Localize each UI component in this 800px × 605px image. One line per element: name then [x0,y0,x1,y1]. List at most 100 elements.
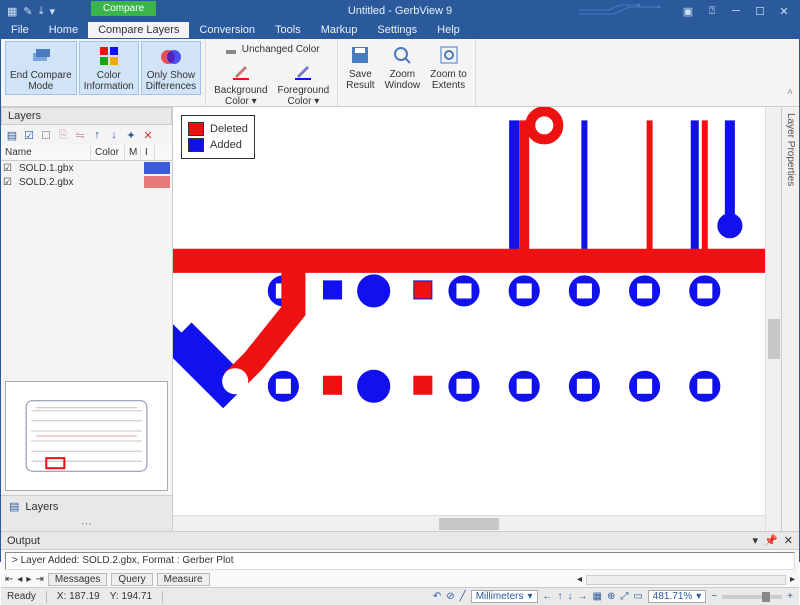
layers-panel-header: Layers [1,107,172,125]
zoom-window-button[interactable]: Zoom Window [381,41,425,93]
menu-file[interactable]: File [1,22,39,38]
zoom-value[interactable]: 481.71%▾ [648,590,707,603]
layer-tool-up-icon[interactable]: ↑ [90,128,104,142]
layer-tool-settings-icon[interactable]: ✦ [124,128,138,142]
gerber-canvas[interactable]: Deleted Added [173,107,765,515]
layers-icon [29,44,53,68]
layers-toolbar: ▤ ☑ ☐ ⎘ ⇋ ↑ ↓ ✦ ✕ [1,125,172,145]
layer-tool-copy-icon[interactable]: ⎘ [56,128,70,142]
layers-panel-footer[interactable]: ▤ Layers [1,495,172,517]
status-y-value: 194.71 [121,591,152,602]
overview-thumbnail[interactable] [5,381,168,491]
output-tab-messages[interactable]: Messages [48,573,108,586]
only-show-differences-button[interactable]: Only Show Differences [141,41,201,95]
output-tab-measure[interactable]: Measure [157,573,210,586]
menu-compare-layers[interactable]: Compare Layers [88,22,189,38]
foreground-color-button[interactable]: Foreground Color ▾ [274,57,334,109]
maximize-button[interactable]: ☐ [749,5,771,18]
output-next-icon[interactable]: ▸ [26,574,31,585]
layers-grid-header: Name Color M I [1,145,172,161]
compare-legend: Deleted Added [181,115,255,159]
canvas-scrollbar-horizontal[interactable] [173,515,765,531]
qat-open-icon[interactable]: ✎ [23,5,32,18]
output-title: Output [7,535,40,547]
output-message-line: > Layer Added: SOLD.2.gbx, Format : Gerb… [5,552,795,570]
tool-line-icon[interactable]: ╱ [460,591,466,602]
layer-row[interactable]: ☑ SOLD.2.gbx [1,175,172,189]
legend-swatch-added [188,138,204,152]
zoom-fit-icon[interactable]: ⤢ [620,591,628,602]
zoom-extents-icon [437,43,461,67]
zoom-in-icon[interactable]: + [787,591,793,602]
nav-down-icon[interactable]: ↓ [568,591,573,602]
layer-tool-down-icon[interactable]: ↓ [107,128,121,142]
quick-access-toolbar: ▦ ✎ ⤓ ▾ [1,5,55,18]
layers-panel: Layers ▤ ☑ ☐ ⎘ ⇋ ↑ ↓ ✦ ✕ Name Color M I … [1,107,173,531]
zoom-window-icon [390,43,414,67]
menu-markup[interactable]: Markup [311,22,368,38]
canvas-scrollbar-vertical[interactable] [765,107,781,531]
output-scrollbar[interactable] [586,575,786,585]
output-tab-query[interactable]: Query [111,573,152,586]
menu-home[interactable]: Home [39,22,88,38]
menu-help[interactable]: Help [427,22,470,38]
grid-icon[interactable]: ▦ [593,591,602,602]
chevron-down-icon: ▾ [696,591,701,602]
nav-up-icon[interactable]: ↑ [558,591,563,602]
output-dropdown-icon[interactable]: ▾ [753,534,759,547]
ribbon-collapse-icon[interactable]: ˄ [787,87,793,98]
nav-left-icon[interactable]: ← [543,591,553,602]
end-compare-mode-button[interactable]: End Compare Mode [5,41,77,95]
overview-viewport-rect[interactable] [46,458,64,468]
paintbrush-icon [224,42,238,56]
layer-tool-check-icon[interactable]: ☑ [22,128,36,142]
undo-icon[interactable]: ↶ [433,591,441,602]
zoom-out-icon[interactable]: − [711,591,717,602]
layer-color-chip[interactable] [144,176,170,188]
target-icon[interactable]: ⊕ [607,591,615,602]
qat-save-icon[interactable]: ⤓ [39,5,44,18]
menu-tools[interactable]: Tools [265,22,311,38]
right-dock[interactable]: Layer Properties [781,107,799,531]
zoom-slider[interactable] [722,595,782,599]
menu-conversion[interactable]: Conversion [189,22,265,38]
output-first-icon[interactable]: ⇤ [5,574,13,585]
layer-checkbox[interactable]: ☑ [3,163,17,174]
panel-splitter-icon[interactable]: ⋯ [1,517,172,531]
close-button[interactable]: ✕ [773,5,795,18]
decorative-traces [579,3,679,17]
nav-right-icon[interactable]: → [578,591,588,602]
layer-tool-uncheck-icon[interactable]: ☐ [39,128,53,142]
context-tab-group: Compare [91,1,156,16]
output-close-icon[interactable]: ✕ [784,534,793,547]
page-icon[interactable]: ▭ [633,591,642,602]
layer-name: SOLD.1.gbx [17,163,144,174]
output-pin-icon[interactable]: 📌 [764,534,778,547]
output-prev-icon[interactable]: ◂ [17,574,22,585]
layer-color-chip[interactable] [144,162,170,174]
menu-settings[interactable]: Settings [367,22,427,38]
zoom-to-extents-button[interactable]: Zoom to Extents [426,41,471,93]
background-color-button[interactable]: Background Color ▾ [210,57,271,109]
layer-row[interactable]: ☑ SOLD.1.gbx [1,161,172,175]
layer-properties-tab[interactable]: Layer Properties [785,113,796,186]
layers-icon: ▤ [9,500,19,513]
units-selector[interactable]: Millimeters▾ [471,590,538,603]
menubar: File Home Compare Layers Conversion Tool… [1,21,799,39]
redo-icon[interactable]: ⊘ [446,591,454,602]
ribbon-toggle-icon[interactable]: ▣ [677,5,699,18]
qat-new-icon[interactable]: ▦ [7,5,17,18]
minimize-button[interactable]: ─ [725,5,747,18]
output-last-icon[interactable]: ⇥ [35,574,43,585]
output-panel: Output ▾ 📌 ✕ > Layer Added: SOLD.2.gbx, … [1,531,799,587]
layer-tool-flip-icon[interactable]: ⇋ [73,128,87,142]
help-icon[interactable]: ⍰ [701,5,723,18]
save-result-button[interactable]: Save Result [342,41,378,93]
color-information-button[interactable]: Color Information [79,41,139,95]
unchanged-color-button[interactable]: Unchanged Color [220,41,324,57]
layer-checkbox[interactable]: ☑ [3,177,17,188]
qat-dropdown-icon[interactable]: ▾ [50,5,56,18]
layer-tool-delete-icon[interactable]: ✕ [141,128,155,142]
window-title: Untitled - GerbView 9 [348,5,452,17]
layer-tool-stack-icon[interactable]: ▤ [5,128,19,142]
